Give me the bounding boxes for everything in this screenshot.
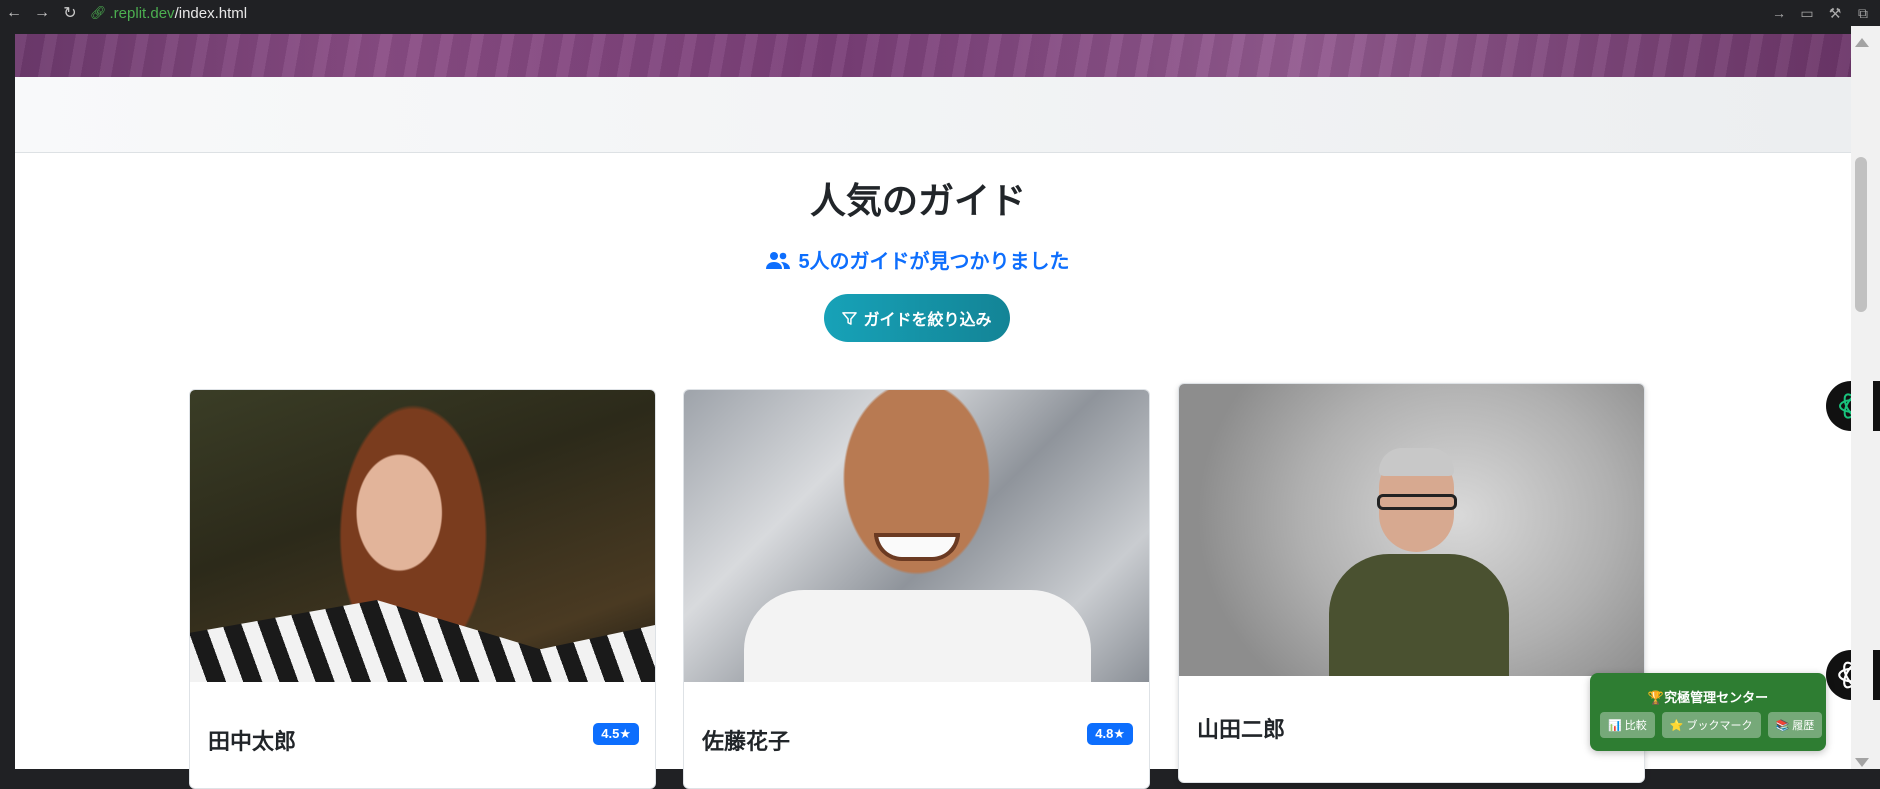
back-button[interactable]: ← bbox=[0, 0, 28, 26]
url-path: /index.html bbox=[174, 4, 248, 22]
users-icon bbox=[766, 251, 791, 269]
hero-banner bbox=[15, 34, 1851, 77]
guide-card[interactable]: 佐藤花子 4.8★ bbox=[683, 389, 1150, 789]
results-count-text: 5人のガイドが見つかりました bbox=[798, 251, 1070, 273]
forward-button[interactable]: → bbox=[28, 0, 56, 26]
open-external-icon[interactable]: ⧉ bbox=[1854, 5, 1872, 22]
reload-button[interactable]: ↻ bbox=[56, 0, 84, 26]
url-host: .replit.dev bbox=[109, 4, 175, 22]
compare-button[interactable]: 📊 比較 bbox=[1600, 712, 1655, 738]
toolbar-actions: → ▭ ⚒ ⧉ bbox=[1770, 0, 1872, 26]
filter-icon bbox=[842, 311, 858, 325]
guide-photo-detail bbox=[1379, 448, 1454, 476]
management-center-panel: 🏆究極管理センター 📊 比較 ⭐ ブックマーク 📚 履歴 bbox=[1590, 673, 1826, 751]
arrow-left-icon: ← bbox=[6, 4, 22, 21]
rating-badge: 4.8★ bbox=[1087, 723, 1133, 745]
scrollbar-thumb[interactable] bbox=[1855, 157, 1867, 312]
management-center-title: 🏆究極管理センター bbox=[1647, 690, 1769, 705]
scroll-down-icon[interactable] bbox=[1855, 758, 1869, 767]
section-title: 人気のガイド bbox=[809, 180, 1026, 221]
guide-photo-detail bbox=[1377, 494, 1457, 510]
guide-card[interactable]: 田中太郎 4.5★ bbox=[189, 389, 656, 789]
filter-label: ガイドを絞り込み bbox=[863, 312, 992, 329]
guide-photo-detail bbox=[744, 590, 1091, 682]
guide-photo-detail bbox=[1329, 554, 1509, 676]
search-section bbox=[15, 77, 1851, 153]
address-bar[interactable]: 🔗︎ .replit.dev /index.html bbox=[90, 5, 247, 22]
devices-icon[interactable]: ▭ bbox=[1798, 5, 1816, 22]
scrollbar-track[interactable] bbox=[1851, 34, 1873, 769]
guide-card[interactable]: 山田二郎 bbox=[1178, 383, 1645, 783]
guide-name: 佐藤花子 bbox=[702, 729, 791, 754]
results-count: 5人のガイドが見つかりました bbox=[0, 245, 1836, 274]
guide-name: 山田二郎 bbox=[1197, 717, 1286, 742]
filter-guides-button[interactable]: ガイドを絞り込み bbox=[824, 294, 1010, 342]
management-center-actions: 📊 比較 ⭐ ブックマーク 📚 履歴 bbox=[1600, 712, 1823, 738]
scroll-up-icon[interactable] bbox=[1855, 38, 1869, 47]
link-icon: 🔗︎ bbox=[90, 5, 107, 20]
history-button[interactable]: 📚 履歴 bbox=[1767, 712, 1823, 738]
rating-badge: 4.5★ bbox=[593, 723, 639, 745]
arrow-right-icon[interactable]: → bbox=[1770, 5, 1788, 21]
guide-name: 田中太郎 bbox=[208, 729, 297, 754]
browser-toolbar: ← → ↻ 🔗︎ .replit.dev /index.html → ▭ ⚒ ⧉ bbox=[0, 0, 1880, 26]
wrench-icon[interactable]: ⚒ bbox=[1826, 5, 1844, 22]
reload-icon: ↻ bbox=[63, 5, 77, 22]
bookmark-button[interactable]: ⭐ ブックマーク bbox=[1661, 712, 1761, 738]
left-gutter bbox=[0, 26, 15, 769]
arrow-right-icon: → bbox=[34, 4, 50, 21]
